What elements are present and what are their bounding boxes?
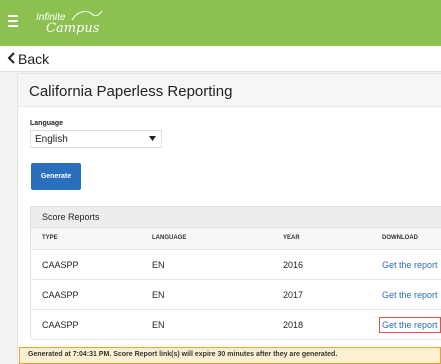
cell-language: EN	[152, 260, 165, 270]
table-caption-text: Score Reports	[42, 212, 100, 222]
back-bar: Back	[0, 46, 441, 72]
get-report-link-highlighted[interactable]: Get the report	[379, 317, 441, 333]
cell-year: 2018	[283, 320, 304, 330]
language-select[interactable]: English	[30, 130, 162, 148]
panel-header: California Paperless Reporting	[18, 74, 441, 107]
column-header-year[interactable]: YEAR	[283, 235, 300, 241]
app-logo[interactable]: Infinite Campus	[36, 8, 116, 38]
table-row: CAASPP EN 2017 Get the report	[31, 280, 441, 310]
cell-type: CAASPP	[42, 260, 79, 270]
table-header: TYPE LANGUAGE YEAR DOWNLOAD	[31, 228, 441, 250]
table-caption: Score Reports	[31, 207, 441, 228]
table-row: CAASPP EN 2018 Get the report	[31, 310, 441, 340]
cell-type: CAASPP	[42, 320, 79, 330]
back-link[interactable]: Back	[18, 51, 49, 67]
column-header-type[interactable]: TYPE	[42, 235, 58, 241]
language-label: Language	[30, 120, 64, 127]
column-header-download[interactable]: DOWNLOAD	[382, 235, 418, 241]
logo-swoosh-icon	[71, 10, 103, 21]
score-reports-table: Score Reports TYPE LANGUAGE YEAR DOWNLOA…	[30, 206, 441, 340]
chevron-left-icon[interactable]	[6, 52, 16, 64]
cell-year: 2016	[283, 260, 304, 270]
column-header-language[interactable]: LANGUAGE	[152, 235, 186, 241]
top-bar: Infinite Campus	[0, 0, 441, 46]
caret-down-icon	[149, 136, 156, 141]
hamburger-icon[interactable]	[8, 15, 18, 27]
generate-button[interactable]: Generate	[31, 163, 81, 190]
notice-text: Generated at 7:04:31 PM. Score Report li…	[28, 351, 338, 358]
logo-line2: Campus	[46, 21, 100, 36]
cell-type: CAASPP	[42, 290, 79, 300]
cell-year: 2017	[283, 290, 304, 300]
get-report-link[interactable]: Get the report	[382, 290, 438, 300]
cell-language: EN	[152, 290, 165, 300]
language-selected-value: English	[35, 134, 68, 145]
main-panel: California Paperless Reporting Language …	[17, 73, 441, 364]
get-report-link[interactable]: Get the report	[382, 260, 438, 270]
page-title: California Paperless Reporting	[29, 83, 233, 100]
table-row: CAASPP EN 2016 Get the report	[31, 250, 441, 280]
expiry-notice: Generated at 7:04:31 PM. Score Report li…	[19, 347, 441, 364]
cell-language: EN	[152, 320, 165, 330]
